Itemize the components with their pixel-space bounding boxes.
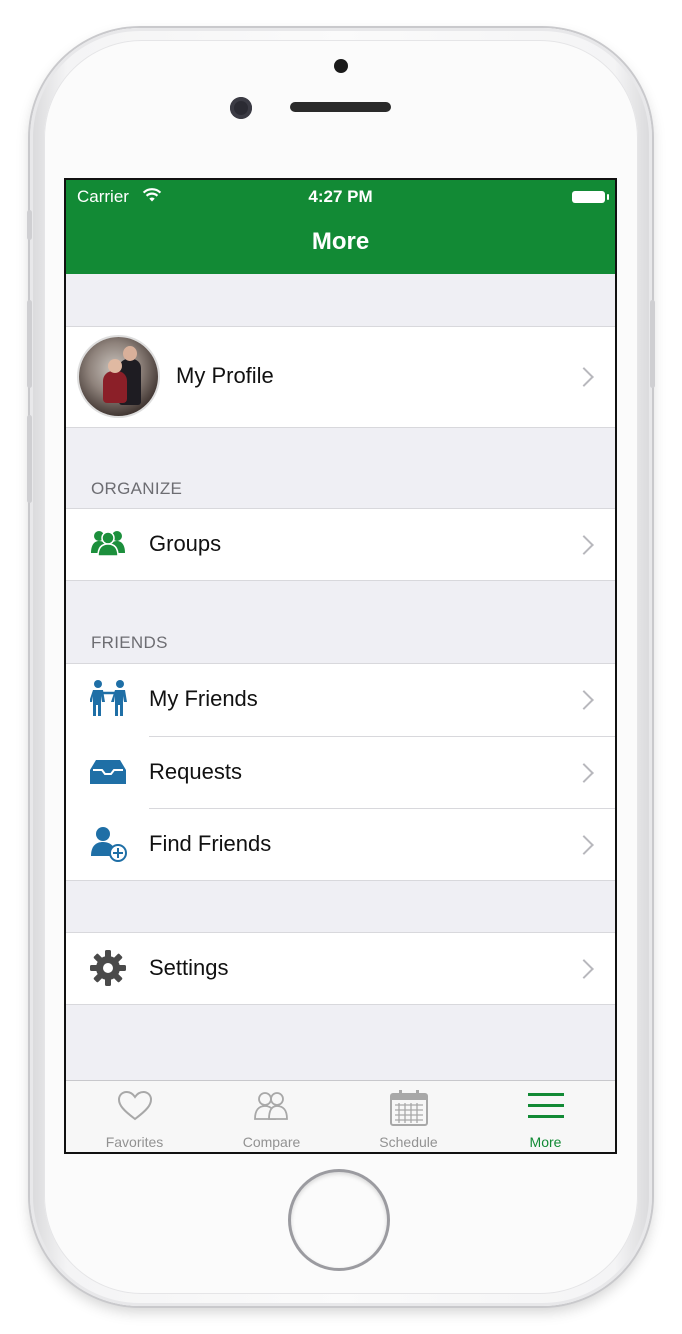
list-item-label: My Friends (149, 686, 258, 711)
friends-icon (90, 680, 127, 716)
clock: 4:27 PM (308, 187, 373, 206)
list-item-label: Find Friends (149, 831, 272, 856)
list-item-label: Settings (149, 955, 229, 980)
list-item-my-friends[interactable]: My Friends (66, 664, 615, 736)
list-item-requests[interactable]: Requests (66, 737, 615, 808)
tab-label: Favorites (105, 1134, 164, 1150)
gear-icon (90, 950, 126, 986)
avatar (79, 337, 158, 416)
tab-label: Compare (242, 1134, 301, 1150)
power-button (650, 300, 655, 388)
inbox-tray-icon (90, 760, 126, 784)
section-header-organize: ORGANIZE (91, 479, 183, 498)
list-item-label: Requests (149, 759, 242, 784)
profile-label: My Profile (176, 363, 274, 388)
tab-schedule[interactable]: Schedule (340, 1081, 477, 1152)
volume-down-button (27, 415, 32, 503)
chevron-right-icon (574, 367, 594, 387)
tab-label: More (529, 1134, 562, 1150)
section-header-friends: FRIENDS (91, 633, 168, 652)
chevron-right-icon (574, 959, 594, 979)
menu-icon (527, 1093, 564, 1118)
chevron-right-icon (574, 690, 594, 710)
calendar-icon (389, 1090, 428, 1126)
groups-icon (91, 531, 125, 557)
earpiece-speaker (290, 102, 391, 112)
list-item-settings[interactable]: Settings (66, 932, 615, 1005)
tab-label: Schedule (379, 1134, 438, 1150)
profile-row[interactable]: My Profile (66, 326, 615, 428)
tab-favorites[interactable]: Favorites (66, 1081, 203, 1152)
friends-group: My Friends Requests Find Friends (66, 663, 615, 881)
home-button[interactable] (291, 1172, 387, 1268)
page-title: More (311, 228, 370, 255)
chevron-right-icon (574, 535, 594, 555)
silent-switch (27, 210, 32, 240)
compare-people-icon (253, 1092, 288, 1120)
add-user-icon (91, 827, 127, 862)
front-camera (230, 97, 252, 119)
heart-icon (117, 1090, 152, 1121)
list-item-find-friends[interactable]: Find Friends (66, 809, 615, 880)
tab-bar: Favorites Compare Schedule More (66, 1080, 615, 1152)
tab-more[interactable]: More (477, 1081, 614, 1152)
app-screen: Carrier 4:27 PM More My Profile ORGANIZE… (66, 180, 615, 1152)
tab-compare[interactable]: Compare (203, 1081, 340, 1152)
list-item-groups[interactable]: Groups (66, 508, 615, 581)
volume-up-button (27, 300, 32, 388)
chevron-right-icon (574, 763, 594, 783)
chevron-right-icon (574, 835, 594, 855)
list-item-label: Groups (149, 531, 222, 556)
navigation-bar: Carrier 4:27 PM More (66, 180, 615, 274)
battery-icon (572, 191, 609, 203)
proximity-sensor (334, 59, 348, 73)
